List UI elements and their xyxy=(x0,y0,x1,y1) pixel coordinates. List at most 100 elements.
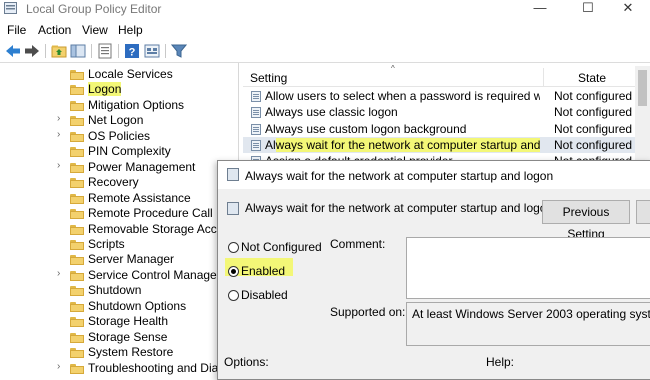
dialog-setting-name: Always wait for the network at computer … xyxy=(245,201,554,215)
supported-on-field: At least Windows Server 2003 operating s… xyxy=(406,302,650,346)
tree-item[interactable]: System Restore xyxy=(0,345,238,360)
tree-item[interactable]: Shutdown xyxy=(0,283,238,298)
radio-circle[interactable] xyxy=(228,266,239,277)
toolbar: ? xyxy=(0,40,650,62)
tree-item-label: Mitigation Options xyxy=(88,97,185,112)
policy-row[interactable]: Always use custom logon background Not co… xyxy=(243,121,635,137)
tree-item[interactable]: › Service Control Manager Sett xyxy=(0,268,245,283)
policy-state: Not configured xyxy=(554,105,633,120)
tree-item[interactable]: Scripts xyxy=(0,237,238,252)
tree-item-label: Shutdown Options xyxy=(88,298,187,313)
tree-item[interactable]: Removable Storage Access xyxy=(0,222,238,237)
maximize-button[interactable]: ☐ xyxy=(566,0,610,18)
policy-dialog: Always wait for the network at computer … xyxy=(217,160,650,380)
next-setting-button[interactable] xyxy=(636,200,650,224)
expand-chevron-icon[interactable]: › xyxy=(57,361,60,372)
minimize-button[interactable]: — xyxy=(518,0,562,18)
tree-item-label: Server Manager xyxy=(88,252,175,267)
menu-bar: File Action View Help xyxy=(0,20,650,40)
tree-item[interactable]: Shutdown Options xyxy=(0,299,238,314)
tree-item-label: Storage Health xyxy=(88,314,169,329)
tree-item-label: Locale Services xyxy=(88,67,173,81)
policy-row[interactable]: Always wait for the network at computer … xyxy=(243,136,635,153)
policy-row[interactable]: Always use classic logon Not configured xyxy=(243,104,635,120)
tree-item-label: Logon xyxy=(88,82,122,97)
tree-item[interactable]: › Net Logon xyxy=(0,113,238,128)
folder-icon xyxy=(70,332,84,343)
menu-action[interactable]: Action xyxy=(38,23,71,37)
tree-item[interactable]: Recovery xyxy=(0,175,238,190)
radio-circle[interactable] xyxy=(228,290,239,301)
options-label: Options: xyxy=(224,355,269,369)
tree-item[interactable]: PIN Complexity xyxy=(0,144,238,159)
previous-setting-button[interactable]: Previous Setting xyxy=(542,200,630,241)
tree-item[interactable]: Storage Health xyxy=(0,314,238,329)
properties-icon[interactable] xyxy=(144,43,160,59)
tree-item[interactable]: › Troubleshooting and Diagno xyxy=(0,361,238,376)
up-folder-icon[interactable] xyxy=(51,43,67,59)
folder-icon xyxy=(70,317,84,328)
scrollbar-thumb[interactable] xyxy=(638,70,647,106)
tree-item-label: Net Logon xyxy=(88,113,144,128)
tree-item-label: PIN Complexity xyxy=(88,144,171,159)
folder-icon xyxy=(70,348,84,359)
tree-item-label: Remote Assistance xyxy=(88,190,191,205)
column-header-setting[interactable]: Setting xyxy=(250,71,287,85)
folder-icon xyxy=(70,162,84,173)
policy-name: Always wait for the network at computer … xyxy=(265,137,540,152)
expand-chevron-icon[interactable]: › xyxy=(57,268,60,279)
window-titlebar: Local Group Policy Editor — ☐ ✕ xyxy=(0,0,650,18)
tree-item[interactable]: Server Manager xyxy=(0,252,238,267)
column-divider[interactable] xyxy=(543,68,544,86)
policy-name-part: Al xyxy=(265,137,276,152)
folder-icon xyxy=(70,239,84,250)
tree-item-label: Power Management xyxy=(88,159,196,174)
folder-icon xyxy=(70,85,84,96)
comment-textarea[interactable] xyxy=(406,237,650,299)
list-header: ^ Setting State xyxy=(243,64,635,87)
back-arrow-icon[interactable] xyxy=(5,43,21,59)
toolbar-separator xyxy=(118,44,119,58)
window-title: Local Group Policy Editor xyxy=(26,2,162,16)
folder-icon xyxy=(70,100,84,111)
menu-file[interactable]: File xyxy=(7,23,26,37)
radio-circle[interactable] xyxy=(228,242,239,253)
tree-item[interactable]: Remote Assistance xyxy=(0,191,238,206)
comment-label: Comment: xyxy=(330,237,386,251)
tree-item-label: Shutdown xyxy=(88,283,142,298)
tree-item[interactable]: › Power Management xyxy=(0,160,238,175)
tree-item-label: Storage Sense xyxy=(88,329,168,344)
tree-item[interactable]: Mitigation Options xyxy=(0,98,238,113)
dialog-titlebar: Always wait for the network at computer … xyxy=(218,161,650,189)
tree-item[interactable]: Storage Sense xyxy=(0,330,238,345)
group-policy-icon xyxy=(4,2,17,14)
menu-help[interactable]: Help xyxy=(118,23,143,37)
folder-icon xyxy=(70,193,84,204)
sort-caret-icon: ^ xyxy=(391,64,395,73)
forward-arrow-icon[interactable] xyxy=(24,43,40,59)
column-header-state[interactable]: State xyxy=(578,71,606,85)
tree-item[interactable]: › OS Policies xyxy=(0,129,238,144)
tree-item[interactable]: Logon xyxy=(0,82,238,97)
tree-item[interactable]: Locale Services xyxy=(0,67,238,82)
close-button[interactable]: ✕ xyxy=(606,0,650,18)
tree-item-label: OS Policies xyxy=(88,128,151,143)
expand-chevron-icon[interactable]: › xyxy=(57,160,60,171)
folder-icon xyxy=(70,224,84,235)
policy-name: Always use classic logon xyxy=(265,105,398,120)
help-icon[interactable]: ? xyxy=(124,43,140,59)
policy-row[interactable]: Allow users to select when a password is… xyxy=(243,88,635,104)
tree-item-label: Recovery xyxy=(88,175,139,190)
show-hide-tree-icon[interactable] xyxy=(70,43,86,59)
policy-name: Always use custom logon background xyxy=(265,121,467,136)
menu-view[interactable]: View xyxy=(82,23,108,37)
list-scrollbar[interactable] xyxy=(635,66,650,163)
filter-icon[interactable] xyxy=(171,43,187,59)
tree-item[interactable]: Remote Procedure Call xyxy=(0,206,238,221)
expand-chevron-icon[interactable]: › xyxy=(57,113,60,124)
policy-tree[interactable]: Locale Services Logon Mitigation Options › N… xyxy=(0,63,245,378)
properties-list-icon[interactable] xyxy=(97,43,113,59)
expand-chevron-icon[interactable]: › xyxy=(57,129,60,140)
folder-icon xyxy=(70,270,84,281)
tree-item-label: Removable Storage Access xyxy=(88,221,236,236)
